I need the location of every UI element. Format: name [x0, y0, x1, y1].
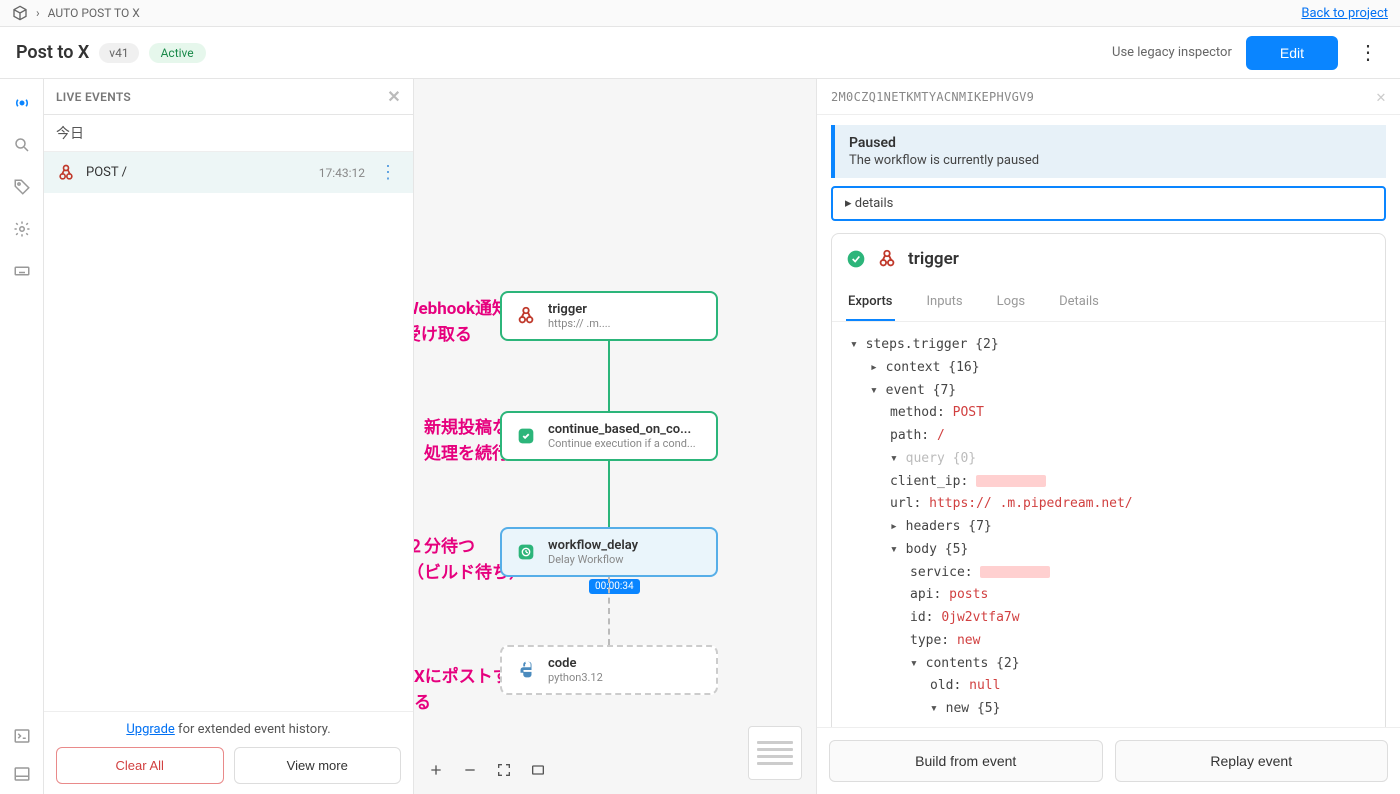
- step-title: trigger: [908, 249, 959, 269]
- branch-icon: [514, 424, 538, 448]
- replay-event-button[interactable]: Replay event: [1115, 740, 1389, 782]
- panel-icon[interactable]: [12, 764, 32, 784]
- tab-inputs[interactable]: Inputs: [925, 284, 965, 321]
- events-date-header: 今日: [44, 115, 413, 152]
- live-events-icon[interactable]: [12, 93, 32, 113]
- webhook-icon: [514, 304, 538, 328]
- page-title: Post to X: [16, 42, 89, 63]
- keyboard-icon[interactable]: [12, 261, 32, 281]
- timer-badge: 00:00:34: [589, 579, 640, 594]
- close-icon[interactable]: ✕: [1376, 87, 1386, 106]
- clear-all-button[interactable]: Clear All: [56, 747, 224, 784]
- legacy-inspector-link[interactable]: Use legacy inspector: [1112, 45, 1232, 60]
- node-code[interactable]: codepython3.12: [500, 645, 718, 695]
- event-id: 2M0CZQ1NETKMTYACNMIKEPHVGV9: [831, 90, 1034, 104]
- breadcrumb: › AUTO POST TO X: [12, 5, 140, 21]
- event-row[interactable]: POST / 17:43:12 ⋮: [44, 152, 413, 193]
- node-delay[interactable]: workflow_delayDelay Workflow: [500, 527, 718, 577]
- tab-exports[interactable]: Exports: [846, 284, 895, 321]
- node-trigger[interactable]: triggerhttps:// .m....: [500, 291, 718, 341]
- tab-details[interactable]: Details: [1057, 284, 1101, 321]
- details-toggle[interactable]: details: [831, 186, 1386, 221]
- back-to-project-link[interactable]: Back to project: [1301, 6, 1388, 21]
- fullscreen-icon[interactable]: [530, 762, 548, 780]
- fit-icon[interactable]: [496, 762, 514, 780]
- version-badge: v41: [99, 43, 138, 63]
- breadcrumb-project[interactable]: AUTO POST TO X: [48, 6, 140, 20]
- live-events-panel: LIVE EVENTS ✕ 今日 POST / 17:43:12 ⋮ Upgra…: [44, 79, 414, 794]
- zoom-out-icon[interactable]: [462, 762, 480, 780]
- view-more-button[interactable]: View more: [234, 747, 402, 784]
- tab-logs[interactable]: Logs: [995, 284, 1027, 321]
- gear-icon[interactable]: [12, 219, 32, 239]
- more-menu-button[interactable]: ⋮: [1352, 38, 1384, 67]
- minimap[interactable]: [748, 726, 802, 780]
- tag-icon[interactable]: [12, 177, 32, 197]
- status-badge: Active: [149, 43, 206, 63]
- search-icon[interactable]: [12, 135, 32, 155]
- python-icon: [514, 658, 538, 682]
- redacted-value: [976, 475, 1046, 487]
- inspector-panel: 2M0CZQ1NETKMTYACNMIKEPHVGV9 ✕ Paused The…: [816, 79, 1400, 794]
- check-icon: [846, 249, 866, 269]
- webhook-icon: [56, 163, 76, 183]
- close-icon[interactable]: ✕: [387, 87, 401, 106]
- node-condition[interactable]: continue_based_on_co...Continue executio…: [500, 411, 718, 461]
- webhook-icon: [876, 248, 898, 270]
- redacted-value: [980, 566, 1050, 578]
- upgrade-message: Upgrade for extended event history.: [56, 722, 401, 747]
- event-timestamp: 17:43:12: [319, 166, 365, 180]
- zoom-in-icon[interactable]: [428, 762, 446, 780]
- edit-button[interactable]: Edit: [1246, 36, 1338, 70]
- exports-tree[interactable]: steps.trigger {2} context {16} event {7}…: [832, 322, 1385, 727]
- terminal-icon[interactable]: [12, 726, 32, 746]
- clock-icon: [514, 540, 538, 564]
- upgrade-link[interactable]: Upgrade: [126, 722, 174, 737]
- event-label: POST /: [86, 165, 309, 180]
- step-card-trigger: trigger Exports Inputs Logs Details step…: [831, 233, 1386, 727]
- left-rail: [0, 79, 44, 794]
- events-panel-title: LIVE EVENTS: [56, 90, 131, 104]
- paused-alert: Paused The workflow is currently paused: [831, 125, 1386, 178]
- build-from-event-button[interactable]: Build from event: [829, 740, 1103, 782]
- event-menu-button[interactable]: ⋮: [375, 162, 401, 183]
- cube-icon: [12, 5, 28, 21]
- workflow-canvas[interactable]: Webhook通知を 受け取る 新規投稿なら 処理を続行 ２分待つ （ビルド待ち…: [414, 79, 816, 794]
